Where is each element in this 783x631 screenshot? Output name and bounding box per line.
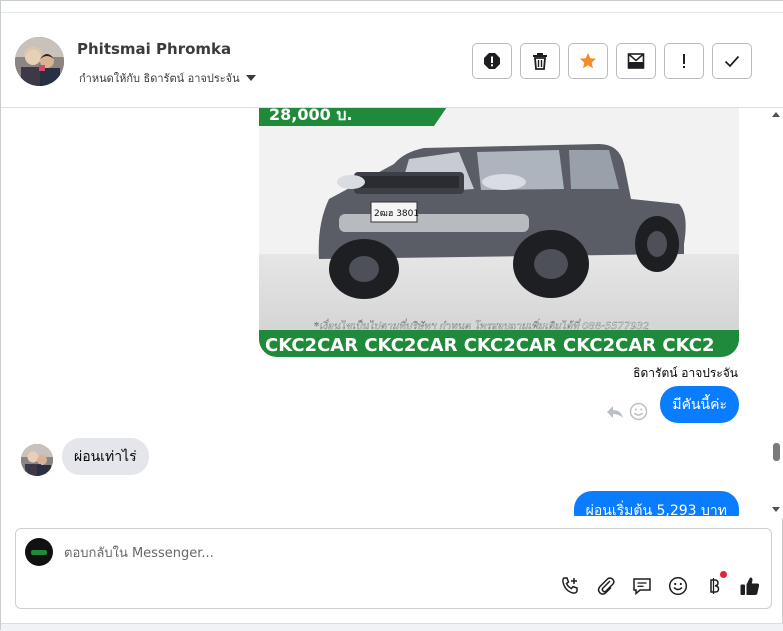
scroll-up-icon[interactable] (772, 112, 780, 117)
thread-scrollbar[interactable] (769, 108, 783, 518)
scroll-thumb[interactable] (773, 443, 780, 461)
header-actions (472, 43, 752, 79)
emoji-react-icon[interactable] (629, 402, 648, 425)
reply-input[interactable] (64, 543, 664, 563)
emoji-icon[interactable] (667, 575, 689, 597)
contact-name[interactable]: Phitsmai Phromka (77, 40, 231, 58)
spam-icon (484, 53, 500, 69)
sender-label: ธิดารัตน์ อาจประจัน (633, 366, 738, 380)
currency-icon[interactable] (703, 571, 727, 597)
car-listing-image[interactable]: 28,000 บ. 2ฒฮ 3801 *เงื่อนไขเป็นไปตามที่… (259, 108, 739, 357)
saved-reply-icon[interactable] (631, 575, 653, 597)
inbox-conversation-panel: Phitsmai Phromka กำหนดให้กับ ธิดารัตน์ อ… (0, 0, 783, 631)
mark-unread-button[interactable] (616, 43, 656, 79)
contact-avatar[interactable] (15, 37, 64, 86)
check-icon (724, 55, 740, 68)
outgoing-message[interactable]: มีคันนี้ค่ะ (660, 386, 739, 423)
notification-dot (720, 571, 727, 578)
trash-icon (533, 53, 547, 70)
reply-composer (15, 528, 772, 609)
disclaimer-line: *เงื่อนไขเป็นไปตามที่บริษัทฯ กำหนด โทรสอ… (314, 318, 649, 332)
mark-done-button[interactable] (712, 43, 752, 79)
license-plate: 2ฒฮ 3801 (374, 209, 419, 219)
chevron-down-icon (245, 75, 256, 81)
brand-banner: CKC2CAR CKC2CAR CKC2CAR CKC2CAR CKC2 (265, 335, 715, 356)
star-icon (580, 53, 596, 69)
conversation-header: Phitsmai Phromka กำหนดให้กับ ธิดารัตน์ อ… (1, 13, 783, 108)
page-logo (25, 538, 53, 566)
outgoing-message[interactable]: ผ่อนเริ่มต้น 5,293 บาท (573, 491, 739, 516)
mark-unread-icon (627, 53, 645, 69)
attachment-icon[interactable] (595, 575, 617, 597)
assignee-label: กำหนดให้กับ ธิดารัตน์ อาจประจัน (79, 72, 240, 85)
follow-up-icon (683, 54, 685, 68)
reply-icon[interactable] (606, 404, 624, 424)
mark-spam-button[interactable] (472, 43, 512, 79)
message-thread: 28,000 บ. 2ฒฮ 3801 *เงื่อนไขเป็นไปตามที่… (1, 108, 769, 516)
price-fragment: 28,000 บ. (269, 108, 353, 124)
incoming-message[interactable]: ผ่อนเท่าไร่ (62, 438, 149, 475)
add-call-icon[interactable] (559, 575, 581, 597)
delete-button[interactable] (520, 43, 560, 79)
contact-avatar-small[interactable] (21, 444, 53, 476)
star-button[interactable] (568, 43, 608, 79)
follow-up-button[interactable] (664, 43, 704, 79)
assignee-dropdown[interactable]: กำหนดให้กับ ธิดารัตน์ อาจประจัน (79, 69, 256, 87)
like-icon[interactable] (739, 575, 761, 597)
composer-tools (559, 571, 761, 597)
top-strip (1, 1, 783, 13)
scroll-down-icon[interactable] (772, 507, 780, 512)
